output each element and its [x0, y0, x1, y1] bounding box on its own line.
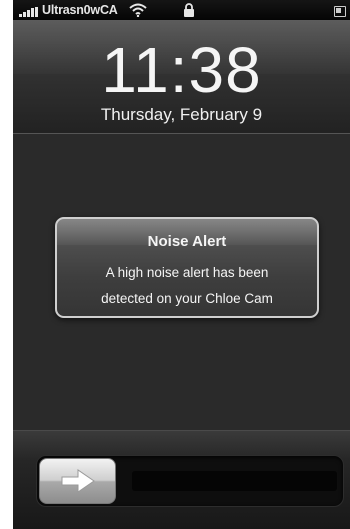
clock-time: 11:38 — [101, 34, 262, 106]
clock-date: Thursday, February 9 — [100, 105, 263, 124]
alert-message: A high noise alert has been detected on … — [57, 260, 317, 312]
slide-to-unlock-label — [132, 471, 337, 491]
noise-alert-dialog[interactable]: Noise Alert A high noise alert has been … — [55, 217, 319, 318]
carrier-name: Ultrasn0wCA — [42, 3, 118, 17]
unlock-slider-knob[interactable] — [39, 458, 116, 504]
alert-title: Noise Alert — [147, 233, 227, 250]
status-bar: Ultrasn0wCA — [13, 0, 350, 20]
wifi-icon — [129, 3, 147, 17]
unlock-panel — [13, 430, 350, 529]
alert-message-line-1: A high noise alert has been — [105, 265, 269, 280]
alert-message-line-2: detected on your Chloe Cam — [101, 291, 273, 306]
lock-screen: Ultrasn0wCA 11:38 Thursday, February 9 N… — [13, 0, 350, 529]
lock-icon — [184, 3, 194, 17]
signal-bars-icon — [19, 7, 39, 17]
right-arrow-icon — [61, 469, 95, 493]
clock-panel: 11:38 Thursday, February 9 — [13, 20, 350, 134]
slide-to-unlock-track[interactable] — [36, 455, 344, 507]
battery-icon — [334, 6, 346, 17]
